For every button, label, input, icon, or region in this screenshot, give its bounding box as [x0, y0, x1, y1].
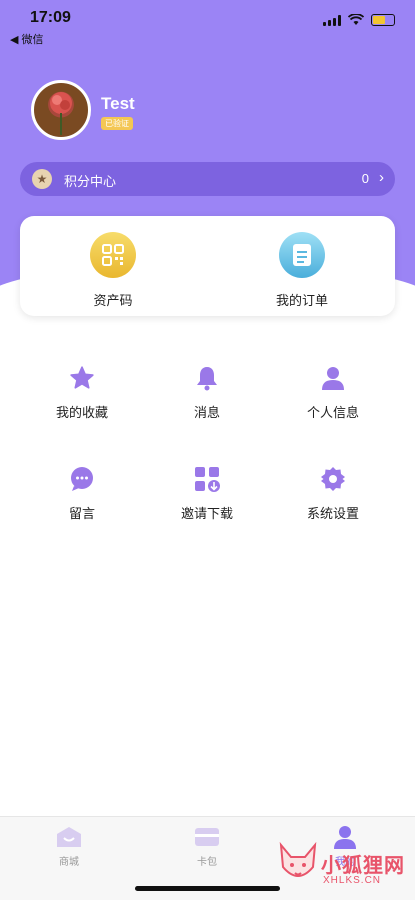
watermark-title: 小狐狸网 — [321, 855, 405, 877]
my-favorites-label: 我的收藏 — [55, 405, 108, 420]
my-orders-label: 我的订单 — [275, 293, 328, 308]
verified-badge: 已验证 — [101, 117, 133, 130]
points-value: 0 — [361, 171, 369, 186]
my-favorites-button[interactable]: 我的收藏 — [22, 364, 142, 421]
shop-icon — [56, 825, 82, 849]
chevron-right-icon: › — [379, 169, 384, 186]
status-bar: 17:09 ◀ 微信 — [0, 0, 415, 46]
leave-message-label: 留言 — [68, 506, 95, 521]
messages-button[interactable]: 消息 — [147, 364, 267, 421]
watermark: 小狐狸网 XHLKS.CN — [277, 835, 407, 893]
asset-code-button[interactable]: 资产码 — [53, 232, 173, 309]
invite-download-button[interactable]: 邀请下载 — [147, 465, 267, 522]
personal-info-button[interactable]: 个人信息 — [273, 364, 393, 421]
qrcode-icon — [90, 232, 136, 278]
back-to-app-link[interactable]: ◀ 微信 — [10, 31, 44, 47]
watermark-url: XHLKS.CN — [323, 875, 382, 886]
system-settings-label: 系统设置 — [306, 506, 359, 521]
chat-bubble-icon — [68, 465, 96, 493]
person-icon — [319, 364, 347, 392]
points-center-button[interactable]: ★ 积分中心 0 › — [20, 162, 395, 196]
tab-card-wallet-label: 卡包 — [197, 857, 217, 868]
system-icons — [323, 14, 395, 26]
points-star-icon: ★ — [32, 169, 52, 189]
quick-actions-card: 资产码 我的订单 — [20, 216, 395, 316]
my-orders-button[interactable]: 我的订单 — [242, 232, 362, 309]
system-settings-button[interactable]: 系统设置 — [273, 465, 393, 522]
avatar[interactable] — [31, 80, 91, 140]
tab-card-wallet[interactable]: 卡包 — [167, 825, 247, 868]
gear-icon — [319, 465, 347, 493]
invite-download-label: 邀请下载 — [180, 506, 233, 521]
battery-icon — [371, 14, 395, 26]
invite-download-icon — [193, 465, 221, 493]
wifi-icon — [348, 14, 364, 25]
messages-label: 消息 — [193, 405, 220, 420]
status-time: 17:09 — [30, 9, 71, 26]
fox-logo-icon — [279, 841, 317, 877]
tab-shop-label: 商城 — [59, 857, 79, 868]
personal-info-label: 个人信息 — [306, 405, 359, 420]
bell-icon — [193, 364, 221, 392]
points-label: 积分中心 — [64, 174, 117, 189]
star-icon — [68, 364, 96, 392]
home-indicator — [135, 886, 280, 891]
card-wallet-icon — [194, 825, 220, 849]
asset-code-label: 资产码 — [93, 293, 133, 308]
tab-shop[interactable]: 商城 — [29, 825, 109, 868]
leave-message-button[interactable]: 留言 — [22, 465, 142, 522]
order-icon — [279, 232, 325, 278]
username: Test — [101, 94, 135, 113]
signal-icon — [323, 14, 341, 26]
